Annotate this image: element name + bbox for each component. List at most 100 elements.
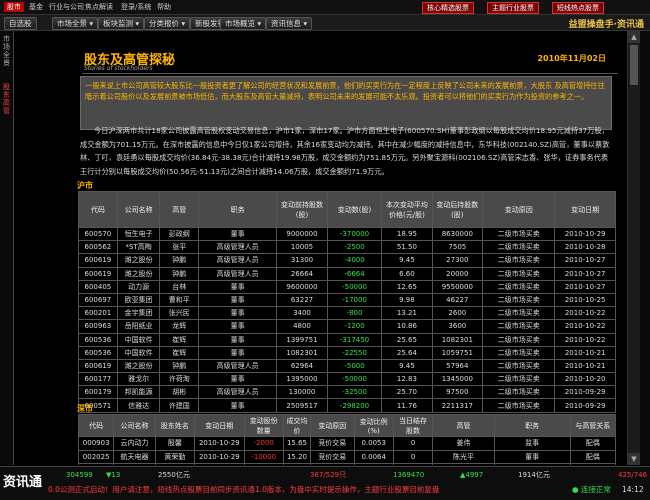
table-cell: 600570	[78, 226, 118, 242]
col-header: 公司名称	[113, 414, 156, 437]
table-cell: 0.0053	[353, 436, 394, 451]
menu-help[interactable]: 帮助	[154, 2, 174, 12]
nav-market-summary[interactable]: 市场概览 ▾	[220, 17, 267, 30]
nav-sector-monitor[interactable]: 板块监测 ▾	[98, 17, 145, 30]
sz-holdings-table: 代码 公司名称 股东姓名 变动日期 变动股份数量 成交均价 变动原因 变动比例(…	[77, 414, 616, 465]
table-cell: 许荷淘	[159, 372, 200, 387]
sz-section-label: 深市	[77, 404, 93, 413]
table-row[interactable]: 600963 岳阳纸业 龙辉 董事 4800 -1200 10.86 3600 二级市场买卖 20…	[78, 319, 616, 334]
nav-label: 自选股	[9, 19, 32, 28]
top-menu-bar: 股市 基金 行业与公司 焦点解读 登录/系统 帮助 核心精选股票 主题行业股票 …	[0, 0, 650, 15]
nav-watchlist[interactable]: 自选股	[4, 17, 37, 30]
table-cell: 许建国	[159, 398, 200, 413]
table-cell: 二级市场买卖	[482, 358, 556, 374]
table-cell: 姜伟	[432, 436, 495, 451]
side-tab-holders[interactable]: 股东高管	[1, 83, 12, 115]
table-cell: -4000	[326, 253, 383, 268]
news-scroller[interactable]: 0.0公测正式启动！用户请注意，短线热点股票目前同步资讯通1.0版本，为盘中实时…	[48, 483, 568, 497]
theme-industry-button[interactable]: 主题行业股票	[487, 2, 539, 14]
table-cell: 600562	[78, 240, 118, 255]
sh-change: ▼13	[106, 471, 121, 479]
col-header: 当日结存股数	[392, 414, 434, 437]
table-row[interactable]: 600619 潍之股份 钟鹏 高级管理人员 26664 -6664 6.60 20000 二级市…	[78, 266, 616, 281]
table-row[interactable]: 000903 云内动力 殷馨 2010-10-29 -2000 15.65 竞价交易 0.00…	[77, 436, 616, 451]
menu-focus[interactable]: 焦点解读	[82, 2, 116, 12]
table-cell: 高级管理人员	[198, 358, 278, 374]
menu-stock[interactable]: 股市	[4, 2, 24, 12]
menu-fund[interactable]: 基金	[26, 2, 46, 12]
col-header: 变动日期	[554, 191, 616, 228]
table-cell: 10005	[276, 240, 328, 255]
sz-change: ▲4997	[460, 471, 484, 479]
table-cell: 董事	[198, 398, 278, 413]
core-picks-button[interactable]: 核心精选股票	[422, 2, 474, 14]
table-cell: 9.98	[381, 292, 433, 308]
col-header: 代码	[78, 191, 118, 228]
table-cell: 钟鹏	[159, 266, 200, 281]
table-cell: -2500	[326, 240, 383, 255]
table-cell: 曹雅君	[154, 463, 196, 465]
table-cell: 0.0035	[353, 463, 394, 465]
side-tab-market[interactable]: 市场全景	[1, 35, 12, 67]
table-row[interactable]: 600562 *ST高陶 张平 高级管理人员 10005 -2500 51.50 7505 二级…	[78, 240, 616, 255]
table-cell: -2000	[243, 436, 284, 451]
table-row[interactable]: 600571 信雅达 许建国 董事 2509517 -298200 11.76 2211317…	[78, 398, 616, 413]
table-cell: 600963	[78, 319, 118, 334]
table-cell: 监事	[493, 436, 571, 451]
table-row[interactable]: 600405 动力源 台林 董事 9600000 -50000 12.65 9550000 二级…	[78, 279, 616, 294]
table-cell: 黄荣勤	[154, 449, 196, 464]
nav-quotes[interactable]: 分类报价 ▾	[144, 17, 191, 30]
menu-industry[interactable]: 行业与公司	[46, 2, 87, 12]
table-row[interactable]: 600570 恒生电子 彭政纲 董事 9000000 -370000 18.95 863000…	[78, 226, 616, 242]
table-cell: 配偶	[569, 463, 616, 465]
table-cell: 雅戈尔	[116, 372, 161, 387]
table-cell: 26.90	[282, 463, 312, 465]
vertical-scrollbar[interactable]: ▲ ▼	[627, 31, 640, 465]
table-row[interactable]: 600177 雅戈尔 许荷淘 董事 1395000 -50000 12.83 1345000 二…	[78, 372, 616, 387]
table-cell: 9000000	[276, 226, 328, 242]
col-header: 高管	[159, 191, 200, 228]
table-cell: 金宇集团	[116, 306, 161, 321]
table-cell: 董事	[198, 345, 278, 360]
table-cell: 2010-10-21	[554, 358, 616, 374]
table-cell: 董事	[198, 319, 278, 334]
menu-login[interactable]: 登录/系统	[118, 2, 154, 12]
col-header: 本次变动平均价格(元/股)	[381, 191, 433, 228]
nav-market-overview[interactable]: 市场全景 ▾	[52, 17, 99, 30]
table-row[interactable]: 600697 欧亚集团 曹和平 董事 63227 -17000 9.98 46227 二级市场买…	[78, 292, 616, 308]
table-cell: 二级市场买卖	[482, 372, 556, 387]
table-cell: 董事	[198, 279, 278, 294]
table-cell: 97500	[431, 385, 484, 400]
table-cell: 10.86	[381, 319, 433, 334]
table-cell: 姚联辉	[432, 463, 495, 465]
table-cell: 2010-10-21	[554, 345, 616, 360]
table-row[interactable]: 002080斯路电气曹雅君2010-10-29-80026.90竞价交易0.00…	[77, 463, 616, 465]
table-cell: 2010-10-29	[194, 449, 245, 464]
col-header: 变动原因	[482, 191, 556, 228]
scroll-thumb[interactable]	[630, 45, 638, 85]
table-row[interactable]: 002025 航天电器 黄荣勤 2010-10-29 -10000 15.20 竞价交易 0.…	[77, 449, 616, 464]
scroll-down-icon[interactable]: ▼	[628, 453, 640, 465]
table-row[interactable]: 600619 潍之股份 钟鹏 高级管理人员 31300 -4000 9.45 27300 二级市…	[78, 253, 616, 268]
table-cell: 600619	[78, 253, 118, 268]
table-cell: 000903	[77, 436, 115, 451]
table-row[interactable]: 600201 金宇集团 张兴民 董事 3400 -800 13.21 2600 二级市场买卖 20…	[78, 306, 616, 321]
table-cell: 高级管理人员	[198, 266, 278, 281]
nav-label: 市场概览	[225, 19, 255, 28]
table-cell: 2010-10-29	[194, 463, 245, 465]
sz-volume: 1369470	[393, 471, 425, 479]
table-row[interactable]: 600536 中国软件 崔辉 董事 1082301 -22550 25.64 1059751 二…	[78, 345, 616, 360]
table-row[interactable]: 600536 中国软件 崔辉 董事 1399751 -317450 25.65 1082301…	[78, 332, 616, 347]
table-row[interactable]: 600179 邦凯能源 胡彬 高级管理人员 130000 -32500 25.70 97500…	[78, 385, 616, 400]
nav-news[interactable]: 资讯信息 ▾	[266, 17, 313, 30]
short-hot-button[interactable]: 短线热点股票	[552, 2, 604, 14]
table-cell: 9.45	[381, 358, 433, 374]
scroll-up-icon[interactable]: ▲	[628, 31, 640, 43]
col-header: 变动股份数量	[243, 414, 284, 437]
table-cell: 竞价交易	[310, 463, 355, 465]
col-header: 变动前持股数(股)	[276, 191, 328, 228]
table-row[interactable]: 600619 潍之股份 钟鹏 高级管理人员 62964 -5000 9.45 57964 二级市…	[78, 358, 616, 374]
table-cell: -800	[243, 463, 284, 465]
table-cell: 63227	[276, 292, 328, 308]
table-cell: 欧亚集团	[116, 292, 161, 308]
